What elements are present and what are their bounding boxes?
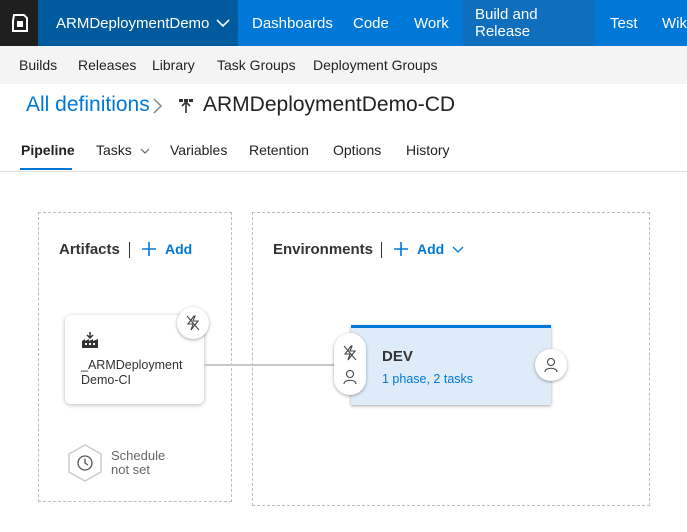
nav-build-and-release[interactable]: Build and Release — [463, 0, 595, 46]
schedule-label-line2: not set — [111, 462, 151, 477]
tab-history[interactable]: History — [406, 142, 450, 158]
artifact-name: _ARMDeployment Demo-CI — [81, 358, 196, 388]
schedule-label: Schedule not set — [111, 449, 191, 477]
add-environment-button[interactable]: Add — [393, 241, 472, 257]
tabs-divider — [0, 171, 687, 172]
nav-test[interactable]: Test — [598, 0, 650, 46]
artifact-name-line1: _ARMDeployment — [81, 358, 183, 372]
environment-summary-link[interactable]: 1 phase, 2 tasks — [382, 372, 473, 386]
build-artifact-icon — [82, 332, 98, 348]
tab-tasks[interactable]: Tasks — [96, 142, 150, 158]
nav-code[interactable]: Code — [341, 0, 401, 46]
chevron-down-icon — [216, 19, 230, 28]
title-divider — [381, 242, 382, 258]
subnav-releases[interactable]: Releases — [78, 46, 136, 84]
tab-pipeline[interactable]: Pipeline — [21, 142, 75, 158]
nav-wiki[interactable]: Wik — [650, 0, 687, 46]
artifact-name-line2: Demo-CI — [81, 373, 132, 387]
artifacts-title: Artifacts — [59, 241, 120, 258]
person-icon — [544, 357, 558, 373]
top-nav-bar: ARMDeploymentDemo Dashboards Code Work B… — [0, 0, 687, 46]
lightning-icon[interactable] — [343, 345, 357, 361]
continuous-deployment-trigger-button[interactable] — [177, 307, 209, 339]
schedule-trigger-button[interactable] — [66, 443, 104, 488]
breadcrumb-all-definitions[interactable]: All definitions — [26, 93, 150, 117]
environment-name: DEV — [382, 348, 413, 365]
environments-title: Environments — [273, 241, 374, 258]
page-title: ARMDeploymentDemo-CD — [203, 93, 456, 116]
project-name: ARMDeploymentDemo — [56, 14, 210, 32]
lightning-icon — [186, 315, 200, 331]
subnav-library[interactable]: Library — [152, 46, 195, 84]
project-selector[interactable]: ARMDeploymentDemo — [38, 0, 238, 46]
title-divider — [129, 242, 130, 258]
chevron-right-icon — [153, 98, 163, 114]
tab-tasks-label: Tasks — [96, 142, 132, 158]
pre-deployment-conditions — [334, 333, 366, 395]
nav-work[interactable]: Work — [402, 0, 461, 46]
tab-variables[interactable]: Variables — [170, 142, 227, 158]
subnav-deployment-groups[interactable]: Deployment Groups — [313, 46, 438, 84]
post-deployment-approvals-button[interactable] — [535, 349, 567, 381]
plus-icon — [394, 242, 408, 256]
environment-card-dev[interactable]: DEV 1 phase, 2 tasks — [351, 325, 551, 405]
person-icon[interactable] — [343, 369, 357, 385]
add-environment-label: Add — [417, 241, 445, 257]
tab-options[interactable]: Options — [333, 142, 381, 158]
chevron-down-icon — [140, 148, 150, 154]
subnav-builds[interactable]: Builds — [19, 46, 57, 84]
add-artifact-button[interactable]: Add — [141, 241, 192, 257]
sub-nav-bar: Builds Releases Library Task Groups Depl… — [0, 46, 687, 84]
nav-dashboards[interactable]: Dashboards — [240, 0, 345, 46]
active-tab-indicator — [20, 168, 72, 170]
vsts-logo-icon[interactable] — [0, 0, 38, 46]
add-artifact-label: Add — [165, 241, 193, 257]
clock-icon — [68, 444, 102, 482]
release-definition-icon — [179, 99, 193, 113]
subnav-task-groups[interactable]: Task Groups — [217, 46, 296, 84]
schedule-label-line1: Schedule — [111, 448, 166, 463]
plus-icon — [142, 242, 156, 256]
chevron-down-icon — [452, 246, 464, 253]
tab-retention[interactable]: Retention — [249, 142, 309, 158]
